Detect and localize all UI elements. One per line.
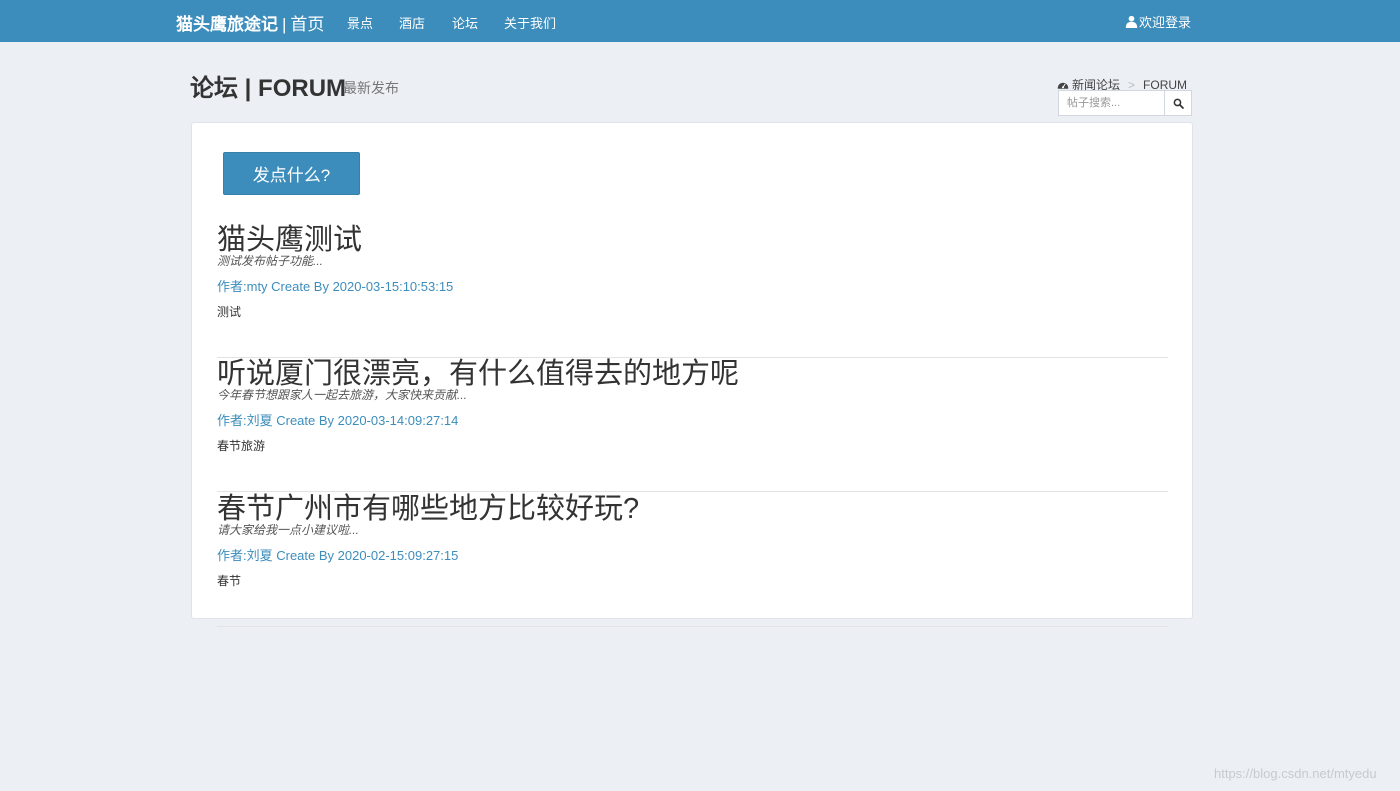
post-item: 听说厦门很漂亮，有什么值得去的地方呢 今年春节想跟家人一起去旅游，大家快来贡献.… — [217, 357, 1168, 492]
search-button[interactable] — [1164, 90, 1192, 116]
search-box — [1058, 90, 1192, 116]
page-subtitle: 最新发布 — [343, 80, 399, 96]
login-label[interactable]: 欢迎登录 — [1139, 12, 1191, 31]
forum-panel: 发点什么? 猫头鹰测试 测试发布帖子功能... 作者:mty Create By… — [191, 122, 1193, 627]
post-summary: 今年春节想跟家人一起去旅游，大家快来贡献... — [217, 388, 468, 402]
nav-link-scenic[interactable]: 景点 — [347, 13, 373, 32]
nav-link-about[interactable]: 关于我们 — [504, 13, 556, 32]
post-tag: 春节 — [217, 574, 242, 588]
nav-link-hotel[interactable]: 酒店 — [399, 13, 425, 32]
search-icon — [1173, 98, 1184, 109]
post-meta[interactable]: 作者:刘夏 Create By 2020-02-15:09:27:15 — [217, 545, 458, 564]
home-link[interactable]: 首页 — [290, 15, 324, 34]
dashboard-icon — [1057, 82, 1069, 89]
post-summary: 请大家给我一点小建议啦... — [217, 523, 360, 537]
post-summary: 测试发布帖子功能... — [217, 254, 324, 268]
new-post-button[interactable]: 发点什么? — [223, 152, 360, 195]
search-input[interactable] — [1058, 90, 1164, 116]
page-title: 论坛 | FORUM — [190, 75, 347, 102]
user-icon — [1125, 15, 1138, 28]
login-link[interactable]: 欢迎登录 — [1125, 12, 1191, 31]
post-item: 春节广州市有哪些地方比较好玩? 请大家给我一点小建议啦... 作者:刘夏 Cre… — [217, 492, 1168, 627]
post-item: 猫头鹰测试 测试发布帖子功能... 作者:mty Create By 2020-… — [217, 223, 1168, 358]
post-meta[interactable]: 作者:mty Create By 2020-03-15:10:53:15 — [217, 276, 453, 295]
post-tag: 测试 — [217, 305, 242, 319]
post-meta[interactable]: 作者:刘夏 Create By 2020-03-14:09:27:14 — [217, 410, 458, 429]
nav-link-forum[interactable]: 论坛 — [452, 13, 478, 32]
brand[interactable]: 猫头鹰旅途记 | 首页 — [176, 10, 324, 35]
top-navbar: 猫头鹰旅途记 | 首页 景点 酒店 论坛 关于我们 欢迎登录 — [0, 0, 1400, 42]
watermark: https://blog.csdn.net/mtyedu — [1214, 766, 1377, 781]
post-tag: 春节旅游 — [217, 439, 266, 453]
brand-separator: | — [282, 15, 287, 34]
brand-name[interactable]: 猫头鹰旅途记 — [176, 15, 278, 34]
